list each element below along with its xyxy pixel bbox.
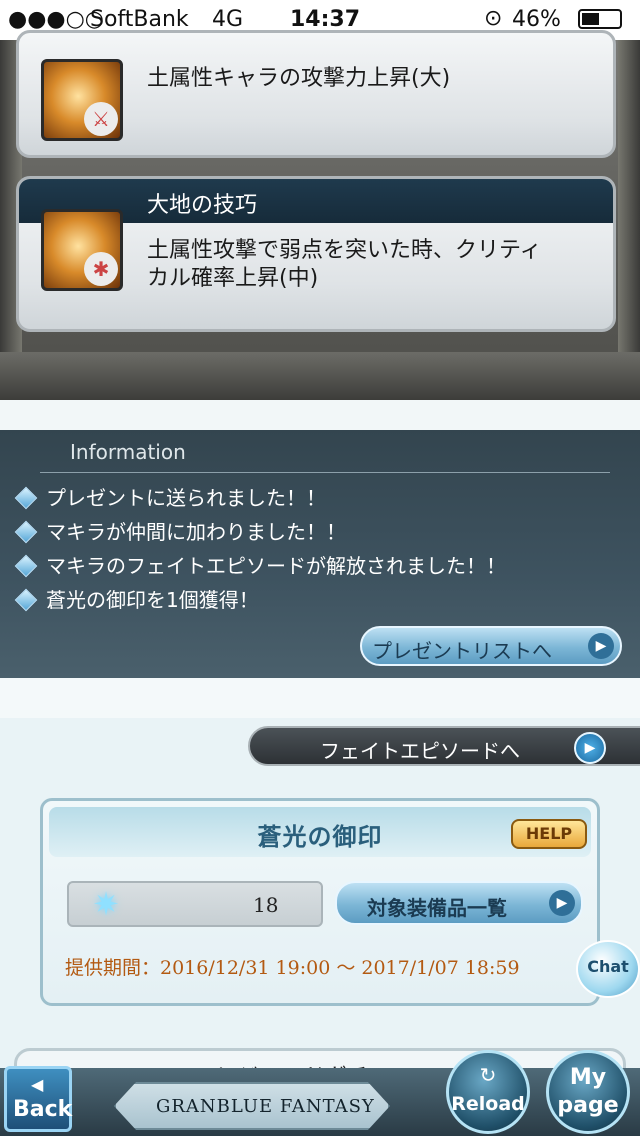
sword-icon: ⚔	[84, 102, 118, 136]
play-arrow-icon: ▶	[549, 890, 575, 916]
seal-count: 18	[253, 893, 279, 917]
seal-count-box: ✷ 18	[67, 881, 323, 927]
information-item: 蒼光の御印を1個獲得！	[14, 584, 259, 613]
critical-icon: ✱	[84, 252, 118, 286]
pillar-right	[618, 40, 640, 400]
information-title: Information	[70, 440, 186, 464]
reload-button[interactable]: ↻ Reload	[446, 1050, 530, 1134]
skill-description: 土属性攻撃で弱点を突いた時、クリティ カル確率上昇(中)	[147, 237, 597, 293]
rotation-lock-icon: ⊙	[484, 6, 503, 31]
carrier-name: SoftBank	[90, 7, 189, 32]
information-item: マキラのフェイトエピソードが解放されました！！	[14, 550, 506, 579]
blue-crystal-icon: ✷	[92, 885, 120, 923]
mypage-button[interactable]: My page	[546, 1050, 630, 1134]
offer-period: 提供期間：2016/12/31 19:00 〜 2017/1/07 18:59	[65, 957, 520, 979]
diamond-bullet-icon	[14, 520, 38, 544]
information-item: プレゼントに送られました！！	[14, 482, 326, 511]
skill-description: 土属性キャラの攻撃力上昇(大)	[147, 66, 451, 91]
play-arrow-icon: ▶	[588, 633, 614, 659]
skill-description-line-2: カル確率上昇(中)	[147, 266, 319, 291]
skill-name: 大地の技巧	[147, 193, 258, 218]
information-item: マキラが仲間に加わりました！！	[14, 516, 346, 545]
divider	[40, 472, 610, 473]
network-type: 4G	[212, 7, 244, 32]
earth-critical-icon: ✱	[41, 209, 123, 291]
play-arrow-icon: ▶	[574, 732, 606, 764]
earth-sword-icon: ⚔	[41, 59, 123, 141]
skill-card-1: ⚔ 土属性キャラの攻撃力上昇(大)	[16, 30, 616, 158]
help-button[interactable]: HELP	[511, 819, 587, 849]
seal-header: 蒼光の御印 HELP	[49, 807, 591, 857]
battery-icon	[578, 9, 622, 29]
skill-description-line-1: 土属性攻撃で弱点を突いた時、クリティ	[147, 238, 542, 263]
diamond-bullet-icon	[14, 588, 38, 612]
information-panel: Information プレゼントに送られました！！ マキラが仲間に加わりました…	[0, 430, 640, 678]
game-logo: GRANBLUE FANTASY	[114, 1082, 390, 1130]
equipment-list-button[interactable]: 対象装備品一覧 ▶	[335, 881, 583, 925]
chat-button[interactable]: Chat	[576, 940, 640, 998]
battery-percent: 46%	[512, 7, 561, 32]
back-arrow-icon: ◀	[31, 1075, 44, 1094]
seal-title: 蒼光の御印	[257, 823, 383, 851]
seal-panel: 蒼光の御印 HELP ✷ 18 対象装備品一覧 ▶ 提供期間：2016/12/3…	[40, 798, 600, 1006]
skill-card-2: 大地の技巧 ✱ 土属性攻撃で弱点を突いた時、クリティ カル確率上昇(中)	[16, 176, 616, 332]
panel-base	[0, 352, 640, 400]
diamond-bullet-icon	[14, 486, 38, 510]
divider-band	[0, 678, 640, 718]
diamond-bullet-icon	[14, 554, 38, 578]
divider-band	[0, 400, 640, 430]
battery-fill	[582, 13, 599, 25]
present-list-button[interactable]: プレゼントリストへ ▶	[360, 626, 622, 666]
clock: 14:37	[290, 7, 361, 32]
back-button[interactable]: ◀ Back	[4, 1066, 72, 1132]
reload-icon: ↻	[479, 1063, 497, 1087]
fate-episode-button[interactable]: フェイトエピソードへ ▶	[248, 726, 640, 766]
